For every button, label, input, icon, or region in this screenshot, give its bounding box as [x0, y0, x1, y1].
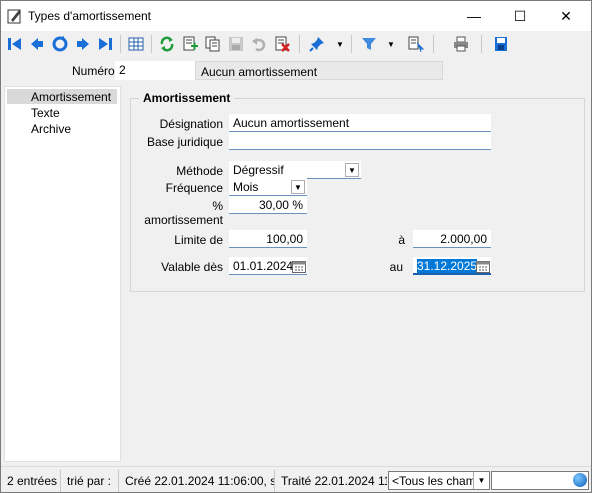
save-layout-icon[interactable] — [491, 34, 511, 54]
designation-field[interactable]: Aucun amortissement — [229, 114, 491, 132]
previous-record-icon[interactable] — [27, 34, 47, 54]
chevron-down-icon[interactable]: ▼ — [345, 163, 359, 177]
search-go-icon[interactable] — [573, 473, 587, 487]
maximize-button[interactable]: ☐ — [497, 1, 543, 31]
methode-select[interactable]: Dégressif — [229, 161, 361, 179]
sort-label: trié par : — [61, 470, 119, 492]
limite-de-field[interactable]: 100,00 — [229, 230, 307, 248]
save-icon[interactable] — [226, 34, 246, 54]
pct-amortissement-label: % amortissement — [144, 199, 223, 227]
table-view-icon[interactable] — [126, 34, 146, 54]
window-title: Types d'amortissement — [28, 9, 152, 23]
filter-dropdown-icon[interactable]: ▼ — [386, 34, 396, 54]
undo-icon[interactable] — [249, 34, 269, 54]
numero-field[interactable]: 2 — [115, 61, 195, 80]
print-icon[interactable] — [451, 34, 471, 54]
title-bar: Types d'amortissement — ☐ ✕ — [1, 1, 591, 31]
toolbar: ▼ ▼ — [1, 31, 591, 57]
refresh-icon[interactable] — [157, 34, 177, 54]
delete-record-icon[interactable] — [272, 34, 292, 54]
chevron-down-icon[interactable]: ▼ — [473, 472, 489, 489]
toolbar-separator — [433, 35, 434, 53]
first-record-icon[interactable] — [5, 34, 25, 54]
calendar-icon[interactable] — [292, 260, 306, 273]
limite-de-label: Limite de — [174, 233, 223, 247]
a-label: à — [398, 233, 405, 247]
record-description-field: Aucun amortissement — [195, 61, 443, 80]
designation-label: Désignation — [159, 117, 223, 131]
frequence-label: Fréquence — [165, 181, 223, 195]
search-records-icon[interactable] — [406, 34, 426, 54]
methode-label: Méthode — [176, 164, 223, 178]
toolbar-separator — [299, 35, 300, 53]
numero-label: Numéro — [72, 64, 115, 78]
chevron-down-icon[interactable]: ▼ — [291, 180, 305, 194]
next-record-icon[interactable] — [73, 34, 93, 54]
modified-info: Traité 22.01.2024 11:06 — [281, 474, 387, 488]
toolbar-separator — [151, 35, 152, 53]
go-to-record-icon[interactable] — [50, 34, 70, 54]
toolbar-separator — [351, 35, 352, 53]
calendar-icon[interactable] — [476, 260, 490, 273]
app-icon — [7, 8, 23, 24]
last-record-icon[interactable] — [95, 34, 115, 54]
base-juridique-label: Base juridique — [146, 135, 223, 149]
au-label: au — [389, 260, 403, 274]
sidebar — [4, 86, 121, 462]
new-record-icon[interactable] — [180, 34, 200, 54]
selected-text: 31.12.2025 — [417, 259, 478, 273]
entries-count: 2 entrées — [1, 470, 61, 492]
pin-dropdown-icon[interactable]: ▼ — [335, 34, 345, 54]
created-info: Créé 22.01.2024 11:06:00, sa — [119, 470, 275, 492]
minimize-button[interactable]: — — [451, 1, 497, 31]
filter-icon[interactable] — [359, 34, 379, 54]
copy-record-icon[interactable] — [203, 34, 223, 54]
pin-icon[interactable] — [307, 34, 327, 54]
toolbar-separator — [481, 35, 482, 53]
window: Types d'amortissement — ☐ ✕ ▼ ▼ Numéro 2… — [0, 0, 592, 493]
valable-des-label: Valable dès — [161, 260, 223, 274]
toolbar-separator — [120, 35, 121, 53]
sidebar-item-texte[interactable]: Texte — [7, 105, 117, 120]
sidebar-item-archive[interactable]: Archive — [7, 121, 117, 136]
base-juridique-field[interactable] — [229, 132, 491, 150]
close-button[interactable]: ✕ — [543, 1, 589, 31]
limite-a-field[interactable]: 2.000,00 — [413, 230, 491, 248]
sidebar-item-amortissement[interactable]: Amortissement — [7, 89, 117, 104]
pct-amortissement-field[interactable]: 30,00 % — [229, 196, 307, 214]
group-title: Amortissement — [139, 91, 235, 105]
